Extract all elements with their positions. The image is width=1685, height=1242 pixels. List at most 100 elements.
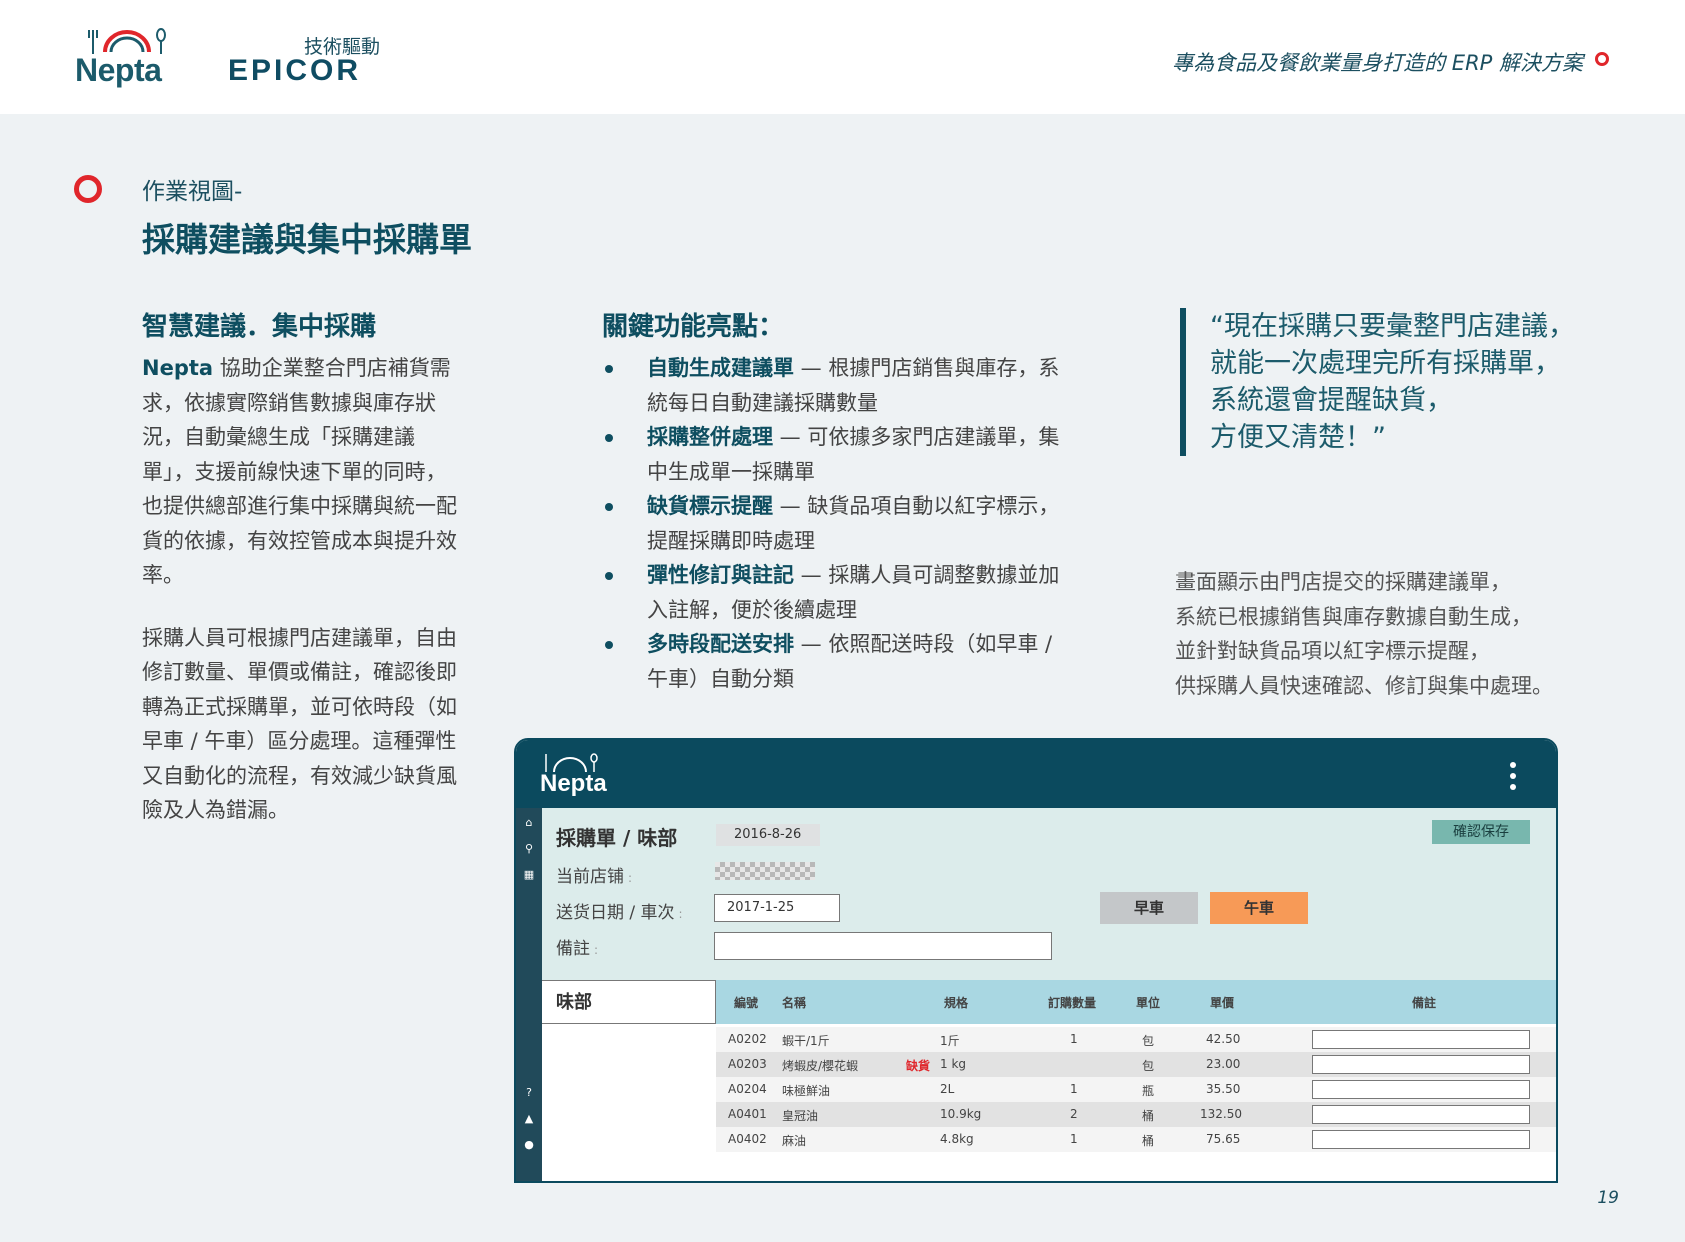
cell-code: A0203: [728, 1057, 767, 1071]
cell-name: 麻油: [782, 1134, 807, 1148]
section-circle-icon: [74, 175, 102, 203]
table-row[interactable]: A0204 味極鮮油 2L 1 瓶 35.50: [716, 1077, 1556, 1102]
store-label-text: 当前店铺: [556, 867, 624, 887]
cell-name: 烤蝦皮/櫻花蝦: [782, 1059, 859, 1073]
table-row[interactable]: A0402 麻油 4.8kg 1 桶 75.65: [716, 1127, 1556, 1152]
cell-code: A0202: [728, 1032, 767, 1046]
testimonial-quote: “現在採購只要彙整門店建議， 就能一次處理完所有採購單， 系統還會提醒缺貨， 方…: [1180, 308, 1580, 456]
intro-paragraph-1-text: 協助企業整合門店補貨需求，依據實際銷售數據與庫存狀況，自動彙總生成「採購建議單」…: [142, 356, 457, 587]
order-date: 2016-8-26: [716, 824, 820, 846]
cell-name: 蝦干/1斤: [782, 1034, 830, 1048]
feature-list: 自動生成建議單 — 根據門店銷售與庫存，系統每日自動建議採購數量 採購整併處理 …: [602, 351, 1072, 696]
epicor-wordmark: EPICOR: [228, 54, 362, 87]
cell-qty: 1: [1070, 1132, 1078, 1146]
app-topbar: Nepta: [516, 740, 1556, 808]
remark-input[interactable]: [1312, 1055, 1530, 1074]
trip-noon-button[interactable]: 午車: [1210, 892, 1308, 924]
intro-paragraph-2: 採購人員可根據門店建議單，自由修訂數量、單價或備註，確認後即轉為正式採購單，並可…: [142, 625, 457, 823]
delivery-label-text: 送货日期 / 車次: [556, 903, 675, 923]
features-heading: 關鍵功能亮點：: [602, 312, 785, 342]
search-icon[interactable]: ⚲: [523, 842, 535, 855]
cell-spec: 4.8kg: [940, 1132, 974, 1146]
user-icon[interactable]: ●: [523, 1138, 535, 1151]
label-colon: :: [594, 943, 599, 957]
cell-code: A0401: [728, 1107, 767, 1121]
col-remark: 備註: [1412, 996, 1437, 1010]
cell-spec: 1斤: [940, 1034, 960, 1048]
intro-heading: 智慧建議．集中採購: [142, 312, 377, 342]
tab-department[interactable]: 味部: [542, 980, 716, 1024]
note-label: 備註:: [556, 934, 598, 959]
cell-spec: 10.9kg: [940, 1107, 982, 1121]
circle-bullet-icon: [1595, 52, 1609, 66]
delivery-label: 送货日期 / 車次:: [556, 898, 683, 923]
section-subtitle: 作業視圖-: [142, 179, 243, 205]
quote-line: 就能一次處理完所有採購單，: [1210, 348, 1561, 379]
quote-line: 系統還會提醒缺貨，: [1210, 385, 1453, 416]
cell-unit: 瓶: [1142, 1084, 1155, 1098]
col-qty: 訂購數量: [1048, 996, 1097, 1010]
table-row[interactable]: A0401 皇冠油 10.9kg 2 桶 132.50: [716, 1102, 1556, 1127]
page-number: 19: [1597, 1188, 1619, 1208]
col-name: 名稱: [782, 996, 807, 1010]
remark-input[interactable]: [1312, 1105, 1530, 1124]
caption-line: 畫面顯示由門店提交的採購建議單，: [1175, 570, 1511, 594]
col-code: 編號: [734, 996, 759, 1010]
remark-input[interactable]: [1312, 1030, 1530, 1049]
feature-key: 採購整併處理: [647, 425, 773, 449]
quote-line: 方便又清楚！”: [1210, 422, 1386, 453]
more-menu-icon[interactable]: [1510, 762, 1516, 795]
page-header: Nepta 技術驅動 EPICOR 專為食品及餐飲業量身打造的 ERP 解決方案: [0, 0, 1685, 114]
screenshot-caption: 畫面顯示由門店提交的採購建議單， 系統已根據銷售與庫存數據自動生成， 並針對缺貨…: [1175, 565, 1595, 703]
nepta-wordmark: Nepta: [75, 52, 162, 88]
cell-code: A0402: [728, 1132, 767, 1146]
feature-key: 多時段配送安排: [647, 632, 794, 656]
app-logo: Nepta: [540, 752, 607, 797]
cell-price: 23.00: [1206, 1057, 1241, 1071]
cell-qty: 2: [1070, 1107, 1078, 1121]
cell-unit: 包: [1142, 1059, 1155, 1073]
table-row[interactable]: A0202 蝦干/1斤 1斤 1 包 42.50: [716, 1027, 1556, 1052]
trip-morning-button[interactable]: 早車: [1100, 892, 1198, 924]
form-title: 採購單 / 味部: [556, 826, 678, 850]
quote-line: “現在採購只要彙整門店建議，: [1210, 311, 1575, 342]
intro-paragraph-1: Nepta 協助企業整合門店補貨需求，依據實際銷售數據與庫存狀況，自動彙總生成「…: [142, 351, 462, 593]
confirm-save-button[interactable]: 確認保存: [1432, 820, 1530, 844]
caption-line: 系統已根據銷售與庫存數據自動生成，: [1175, 604, 1532, 629]
bell-icon[interactable]: ▲: [523, 1112, 535, 1125]
col-unit: 單位: [1136, 996, 1161, 1010]
grid-icon[interactable]: ▦: [523, 868, 535, 881]
feature-item: 自動生成建議單 — 根據門店銷售與庫存，系統每日自動建議採購數量: [602, 351, 1072, 420]
cell-price: 42.50: [1206, 1032, 1241, 1046]
app-wordmark: Nepta: [540, 770, 607, 797]
feature-item: 彈性修訂與註記 — 採購人員可調整數據並加入註解，便於後續處理: [602, 558, 1072, 627]
features-column: 關鍵功能亮點： 自動生成建議單 — 根據門店銷售與庫存，系統每日自動建議採購數量…: [602, 306, 1072, 696]
brand-name: Nepta: [142, 356, 214, 380]
cell-unit: 桶: [1142, 1134, 1155, 1148]
app-sidebar: ⌂ ⚲ ▦ ? ▲ ●: [516, 808, 542, 1181]
remark-input[interactable]: [1312, 1130, 1530, 1149]
cell-unit: 包: [1142, 1034, 1155, 1048]
store-label: 当前店铺:: [556, 862, 632, 887]
home-icon[interactable]: ⌂: [523, 816, 535, 829]
cell-price: 132.50: [1200, 1107, 1242, 1121]
nepta-logo: Nepta: [75, 26, 175, 88]
cell-name: 味極鮮油: [782, 1084, 831, 1098]
remark-input[interactable]: [1312, 1080, 1530, 1099]
order-table: A0202 蝦干/1斤 1斤 1 包 42.50 A0203 烤蝦皮/櫻花蝦 缺…: [716, 1027, 1556, 1152]
feature-key: 缺貨標示提醒: [647, 494, 773, 518]
note-input[interactable]: [714, 932, 1052, 960]
section-title: 採購建議與集中採購單: [142, 220, 472, 259]
cell-qty: 1: [1070, 1082, 1078, 1096]
feature-item: 多時段配送安排 — 依照配送時段（如早車 / 午車）自動分類: [602, 627, 1072, 696]
cell-name: 皇冠油: [782, 1109, 819, 1123]
table-row[interactable]: A0203 烤蝦皮/櫻花蝦 缺貨 1 kg 包 23.00: [716, 1052, 1556, 1077]
delivery-date-input[interactable]: 2017-1-25: [714, 894, 840, 922]
store-name-masked: [715, 862, 815, 880]
feature-item: 缺貨標示提醒 — 缺貨品項自動以紅字標示，提醒採購即時處理: [602, 489, 1072, 558]
label-colon: :: [628, 871, 633, 885]
feature-item: 採購整併處理 — 可依據多家門店建議單，集中生成單一採購單: [602, 420, 1072, 489]
help-icon[interactable]: ?: [523, 1086, 535, 1099]
col-spec: 規格: [944, 996, 969, 1010]
cell-code: A0204: [728, 1082, 767, 1096]
